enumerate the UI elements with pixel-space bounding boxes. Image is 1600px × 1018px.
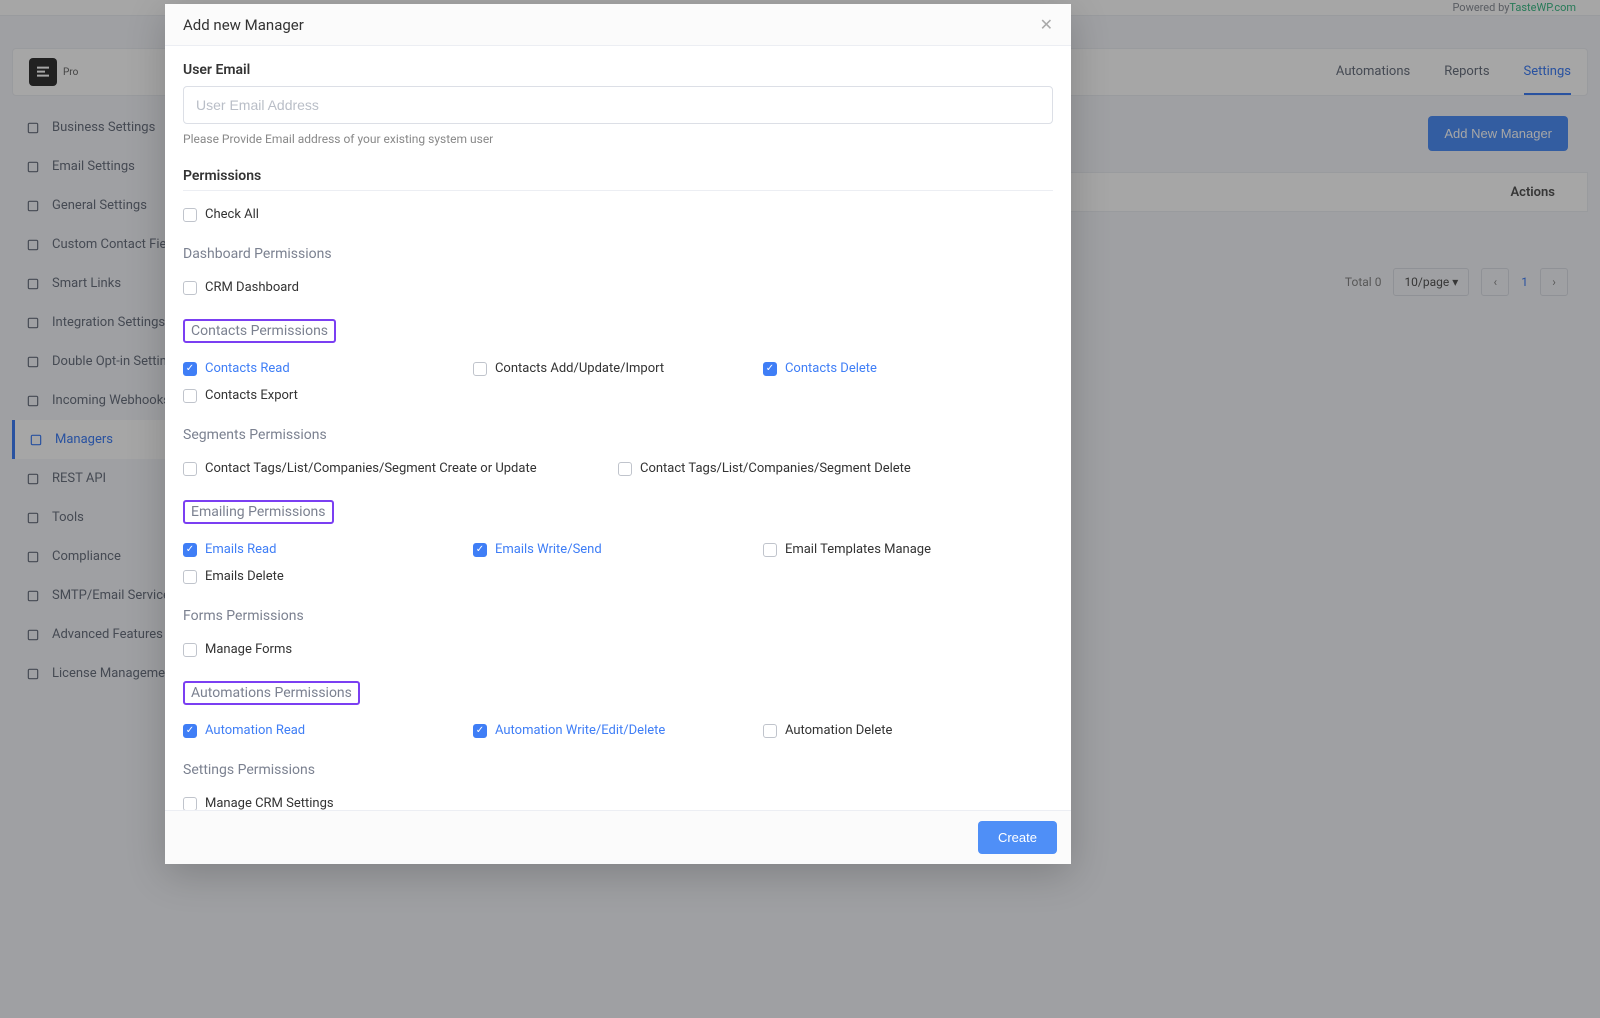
- perm-label: Emails Delete: [205, 569, 284, 584]
- perm-email-templates-manage[interactable]: Email Templates Manage: [763, 536, 1053, 563]
- perm-contacts-export[interactable]: Contacts Export: [183, 382, 473, 409]
- perm-group-title-emailing: Emailing Permissions: [183, 500, 334, 524]
- perm-contacts-add-update-import[interactable]: Contacts Add/Update/Import: [473, 355, 763, 382]
- perm-manage-crm-settings[interactable]: Manage CRM Settings: [183, 790, 473, 810]
- modal-footer: Create: [165, 810, 1071, 864]
- user-email-hint: Please Provide Email address of your exi…: [183, 132, 1053, 146]
- checkbox[interactable]: [763, 543, 777, 557]
- perm-manage-forms[interactable]: Manage Forms: [183, 636, 473, 663]
- checkbox[interactable]: [473, 362, 487, 376]
- perm-contacts-delete[interactable]: Contacts Delete: [763, 355, 1053, 382]
- perm-label: Manage Forms: [205, 642, 292, 657]
- create-button[interactable]: Create: [978, 821, 1057, 854]
- checkbox[interactable]: [183, 724, 197, 738]
- checkbox[interactable]: [473, 543, 487, 557]
- perm-label: Contacts Read: [205, 361, 290, 376]
- perm-automation-write-edit-delete[interactable]: Automation Write/Edit/Delete: [473, 717, 763, 744]
- checkbox[interactable]: [183, 462, 197, 476]
- perm-emails-delete[interactable]: Emails Delete: [183, 563, 473, 590]
- perm-contact-tags-list-companies-segment-create-or-update[interactable]: Contact Tags/List/Companies/Segment Crea…: [183, 455, 618, 482]
- check-all[interactable]: Check All: [183, 201, 473, 228]
- perm-label: Contacts Add/Update/Import: [495, 361, 664, 376]
- perm-label: Manage CRM Settings: [205, 796, 334, 810]
- perm-group-title-dashboard: Dashboard Permissions: [183, 246, 332, 262]
- perm-label: Automation Write/Edit/Delete: [495, 723, 665, 738]
- perm-group-title-automations: Automations Permissions: [183, 681, 360, 705]
- perm-label: Automation Delete: [785, 723, 892, 738]
- close-icon[interactable]: ✕: [1040, 15, 1053, 34]
- perm-label: Contact Tags/List/Companies/Segment Crea…: [205, 461, 537, 476]
- perm-label: Contacts Delete: [785, 361, 877, 376]
- perm-group-title-segments: Segments Permissions: [183, 427, 327, 443]
- modal-title: Add new Manager: [183, 16, 304, 34]
- checkbox[interactable]: [183, 797, 197, 811]
- add-manager-modal: Add new Manager ✕ User Email Please Prov…: [165, 4, 1071, 864]
- perm-emails-read[interactable]: Emails Read: [183, 536, 473, 563]
- checkbox[interactable]: [618, 462, 632, 476]
- perm-automation-delete[interactable]: Automation Delete: [763, 717, 1053, 744]
- perm-emails-write-send[interactable]: Emails Write/Send: [473, 536, 763, 563]
- perm-label: Contact Tags/List/Companies/Segment Dele…: [640, 461, 911, 476]
- perm-automation-read[interactable]: Automation Read: [183, 717, 473, 744]
- perm-label: Contacts Export: [205, 388, 298, 403]
- perm-label: CRM Dashboard: [205, 280, 299, 295]
- modal-header: Add new Manager ✕: [165, 4, 1071, 46]
- perm-group-title-settings: Settings Permissions: [183, 762, 315, 778]
- checkbox[interactable]: [183, 570, 197, 584]
- perm-contacts-read[interactable]: Contacts Read: [183, 355, 473, 382]
- perm-label: Emails Read: [205, 542, 276, 557]
- perm-crm-dashboard[interactable]: CRM Dashboard: [183, 274, 473, 301]
- checkbox[interactable]: [763, 362, 777, 376]
- checkbox[interactable]: [183, 643, 197, 657]
- checkbox[interactable]: [183, 389, 197, 403]
- perm-label: Automation Read: [205, 723, 305, 738]
- perm-group-title-forms: Forms Permissions: [183, 608, 304, 624]
- perm-contact-tags-list-companies-segment-delete[interactable]: Contact Tags/List/Companies/Segment Dele…: [618, 455, 1053, 482]
- check-all-label: Check All: [205, 207, 259, 222]
- checkbox[interactable]: [183, 543, 197, 557]
- perm-label: Emails Write/Send: [495, 542, 602, 557]
- permissions-heading: Permissions: [183, 168, 1053, 184]
- user-email-input[interactable]: [183, 86, 1053, 124]
- perm-label: Email Templates Manage: [785, 542, 931, 557]
- checkbox[interactable]: [183, 362, 197, 376]
- checkbox[interactable]: [183, 281, 197, 295]
- checkbox[interactable]: [473, 724, 487, 738]
- checkbox[interactable]: [763, 724, 777, 738]
- divider: [183, 190, 1053, 191]
- modal-body: User Email Please Provide Email address …: [165, 46, 1071, 810]
- user-email-label: User Email: [183, 62, 1053, 78]
- perm-group-title-contacts: Contacts Permissions: [183, 319, 336, 343]
- check-all-checkbox[interactable]: [183, 208, 197, 222]
